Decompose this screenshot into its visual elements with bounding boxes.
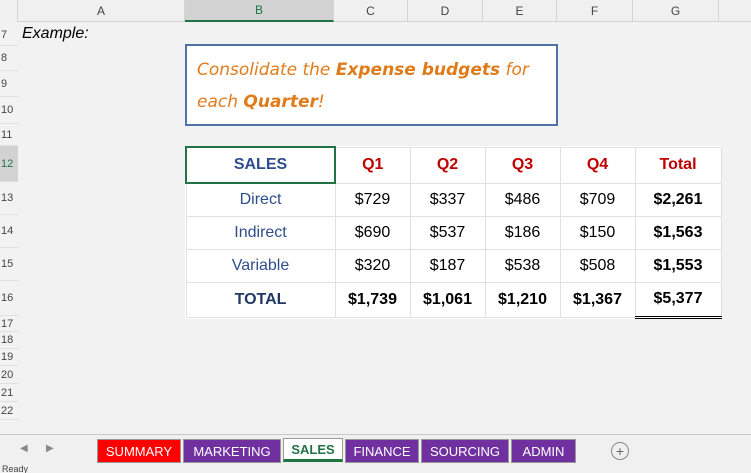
row-total-cell[interactable]: $2,261: [634, 182, 722, 217]
table-row: Direct $729 $337 $486 $709 $2,261: [185, 182, 722, 217]
row-header-11[interactable]: 11: [0, 124, 18, 146]
row-header-10[interactable]: 10: [0, 97, 18, 124]
column-header-g[interactable]: G: [633, 0, 719, 22]
note-line2-c: !: [317, 92, 325, 112]
column-total-cell[interactable]: $1,061: [409, 281, 486, 318]
column-header-d[interactable]: D: [408, 0, 483, 22]
row-total-cell[interactable]: $1,553: [634, 248, 722, 283]
q4-header-cell[interactable]: Q4: [559, 146, 636, 184]
row-header-7[interactable]: 7: [0, 24, 18, 46]
total-label-cell[interactable]: TOTAL: [185, 281, 336, 318]
row-header-17[interactable]: 17: [0, 316, 18, 332]
value-cell[interactable]: $186: [484, 215, 561, 250]
value-cell[interactable]: $337: [409, 182, 486, 217]
table-row: Variable $320 $187 $538 $508 $1,553: [185, 248, 722, 283]
select-all-corner[interactable]: [0, 0, 18, 22]
tab-admin[interactable]: ADMIN: [511, 439, 576, 463]
value-cell[interactable]: $508: [559, 248, 636, 283]
tab-marketing[interactable]: MARKETING: [183, 439, 281, 463]
row-header-20[interactable]: 20: [0, 366, 18, 384]
value-cell[interactable]: $709: [559, 182, 636, 217]
tab-finance[interactable]: FINANCE: [345, 439, 419, 463]
value-cell[interactable]: $486: [484, 182, 561, 217]
row-header-19[interactable]: 19: [0, 349, 18, 366]
column-header-f[interactable]: F: [557, 0, 633, 22]
value-cell[interactable]: $729: [334, 182, 411, 217]
value-cell[interactable]: $690: [334, 215, 411, 250]
status-text: Ready: [2, 464, 29, 473]
row-header-15[interactable]: 15: [0, 248, 18, 281]
status-bar: Ready: [0, 464, 751, 473]
value-cell[interactable]: $537: [409, 215, 486, 250]
column-total-cell[interactable]: $1,210: [484, 281, 561, 318]
row-label-cell[interactable]: Direct: [185, 182, 336, 217]
value-cell[interactable]: $150: [559, 215, 636, 250]
column-header-row: A B C D E F G: [0, 0, 751, 22]
value-cell[interactable]: $320: [334, 248, 411, 283]
row-header-22[interactable]: 22: [0, 402, 18, 420]
row-label-cell[interactable]: Indirect: [185, 215, 336, 250]
spreadsheet-grid[interactable]: A B C D E F G 7 8 9 10 11 12 13 14 15 16…: [0, 0, 751, 434]
plus-circle-icon[interactable]: +: [611, 442, 629, 460]
value-cell[interactable]: $538: [484, 248, 561, 283]
grand-total-cell[interactable]: $5,377: [634, 281, 722, 319]
row-header-21[interactable]: 21: [0, 384, 18, 402]
column-header-e[interactable]: E: [483, 0, 557, 22]
row-header-18[interactable]: 18: [0, 332, 18, 349]
row-label-cell[interactable]: Variable: [185, 248, 336, 283]
row-total-cell[interactable]: $1,563: [634, 215, 722, 250]
tab-sourcing[interactable]: SOURCING: [421, 439, 509, 463]
column-header-a[interactable]: A: [18, 0, 185, 22]
sheet-tab-bar: ◀ ▶ SUMMARY MARKETING SALES FINANCE SOUR…: [0, 434, 751, 464]
note-line1-a: Consolidate the: [197, 60, 336, 80]
instruction-textbox[interactable]: Consolidate the Expense budgets for each…: [185, 44, 558, 126]
q3-header-cell[interactable]: Q3: [484, 146, 561, 184]
row-header-9[interactable]: 9: [0, 71, 18, 97]
value-cell[interactable]: $187: [409, 248, 486, 283]
row-header-16[interactable]: 16: [0, 281, 18, 316]
row-header-8[interactable]: 8: [0, 46, 18, 71]
column-total-cell[interactable]: $1,739: [334, 281, 411, 318]
sales-header-cell[interactable]: SALES: [185, 146, 336, 184]
scroll-tabs-left-icon[interactable]: ◀: [20, 443, 28, 454]
column-header-c[interactable]: C: [334, 0, 408, 22]
note-line1-c: for: [500, 60, 529, 80]
total-header-cell[interactable]: Total: [634, 146, 722, 184]
row-header-14[interactable]: 14: [0, 215, 18, 248]
example-label: Example:: [22, 25, 89, 42]
table-total-row: TOTAL $1,739 $1,061 $1,210 $1,367 $5,377: [185, 281, 722, 319]
column-header-b[interactable]: B: [185, 0, 334, 22]
table-row: Indirect $690 $537 $186 $150 $1,563: [185, 215, 722, 250]
q1-header-cell[interactable]: Q1: [334, 146, 411, 184]
column-total-cell[interactable]: $1,367: [559, 281, 636, 318]
sales-table: SALES Q1 Q2 Q3 Q4 Total Direct $729 $337…: [185, 146, 722, 319]
tab-sales[interactable]: SALES: [283, 438, 343, 462]
q2-header-cell[interactable]: Q2: [409, 146, 486, 184]
scroll-tabs-right-icon[interactable]: ▶: [46, 443, 54, 454]
note-line1-b: Expense budgets: [335, 60, 501, 80]
tab-summary[interactable]: SUMMARY: [97, 439, 181, 463]
note-line2-b: Quarter: [243, 92, 318, 112]
row-header-12[interactable]: 12: [0, 146, 18, 182]
row-header-13[interactable]: 13: [0, 182, 18, 215]
note-line2-a: each: [197, 92, 244, 112]
table-header-row: SALES Q1 Q2 Q3 Q4 Total: [185, 146, 722, 184]
